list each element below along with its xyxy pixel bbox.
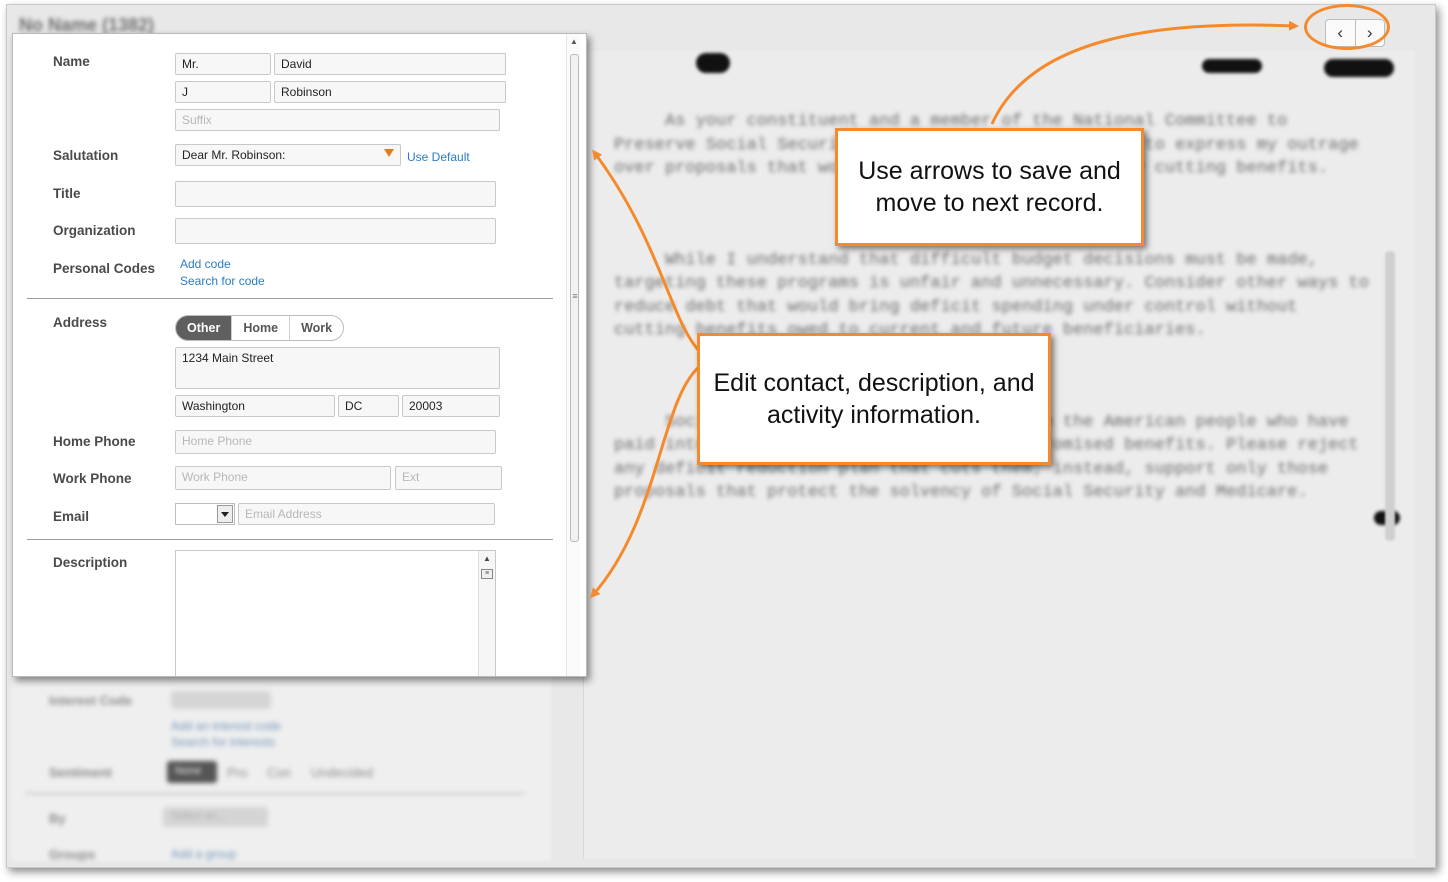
sentiment-label: Sentiment — [49, 765, 112, 780]
use-default-link[interactable]: Use Default — [407, 150, 470, 164]
section-divider — [27, 539, 553, 540]
by-label: By — [49, 811, 66, 826]
search-interests-link[interactable]: Search for interests — [171, 735, 275, 749]
redaction-mark — [696, 53, 730, 73]
email-type-select[interactable] — [175, 503, 235, 525]
scroll-up-icon[interactable]: ▲ — [479, 554, 495, 563]
salutation-label: Salutation — [53, 148, 119, 163]
personal-codes-label: Personal Codes — [53, 261, 156, 276]
section-divider — [27, 298, 553, 299]
email-label: Email — [53, 509, 90, 524]
callout-arrows-note: Use arrows to save and move to next reco… — [835, 128, 1144, 246]
salutation-value: Dear Mr. Robinson: — [182, 148, 286, 162]
tab-home[interactable]: Home — [231, 316, 289, 340]
screenshot-stage: No Name (1382) Interest Code Add an inte… — [0, 0, 1448, 882]
interest-code-field[interactable] — [171, 691, 271, 709]
description-label: Description — [53, 555, 128, 570]
email-field[interactable]: Email Address — [238, 503, 495, 525]
letter-paragraph: While I understand that difficult budget… — [614, 250, 1380, 341]
sentiment-option-none[interactable]: None — [167, 761, 217, 783]
city-field[interactable]: Washington — [175, 395, 335, 417]
name-label: Name — [53, 54, 90, 69]
highlight-ring — [1304, 4, 1390, 50]
add-group-link[interactable]: Add a group — [171, 847, 236, 861]
redaction-mark — [1202, 59, 1262, 73]
add-code-link[interactable]: Add code — [180, 257, 231, 271]
add-interest-code-link[interactable]: Add an interest code — [171, 719, 281, 733]
scrollbar-thumb[interactable]: ≡ — [570, 54, 579, 542]
work-phone-field[interactable]: Work Phone — [175, 466, 391, 490]
salutation-select[interactable]: Dear Mr. Robinson: — [175, 144, 401, 166]
extension-field[interactable]: Ext — [395, 466, 502, 490]
state-field[interactable]: DC — [338, 395, 399, 417]
divider — [25, 793, 525, 794]
search-code-link[interactable]: Search for code — [180, 274, 265, 288]
dropdown-arrow-icon — [384, 149, 394, 157]
sentiment-option-con[interactable]: Con — [267, 765, 291, 780]
home-phone-field[interactable]: Home Phone — [175, 430, 496, 454]
redaction-mark — [1324, 59, 1394, 77]
callout-edit-note: Edit contact, description, and activity … — [697, 333, 1051, 465]
first-name-field[interactable]: David — [274, 53, 506, 75]
groups-label: Groups — [49, 847, 96, 862]
address-label: Address — [53, 315, 108, 330]
street-field[interactable]: 1234 Main Street — [175, 347, 500, 389]
last-name-field[interactable]: Robinson — [274, 81, 506, 103]
contact-form-panel: Name Mr. David J Robinson Suffix Salutat… — [12, 33, 587, 677]
prefix-field[interactable]: Mr. — [175, 53, 271, 75]
title-field[interactable] — [175, 181, 496, 207]
home-phone-label: Home Phone — [53, 434, 136, 449]
form-scrollbar[interactable]: ▲ ≡ — [566, 34, 580, 676]
sentiment-option-undecided[interactable]: Undecided — [311, 765, 373, 780]
title-label: Title — [53, 186, 81, 201]
organization-field[interactable] — [175, 218, 496, 244]
middle-name-field[interactable]: J — [175, 81, 271, 103]
tab-other[interactable]: Other — [176, 316, 232, 340]
description-scrollbar[interactable]: ▲ ≡ — [478, 551, 495, 676]
address-type-tabs: Other Home Work — [175, 315, 345, 341]
sentiment-option-pro[interactable]: Pro — [227, 765, 247, 780]
chevron-down-icon[interactable] — [217, 505, 233, 523]
tab-work[interactable]: Work — [289, 316, 343, 340]
scroll-up-icon[interactable]: ▲ — [568, 37, 580, 46]
interest-code-label: Interest Code — [49, 693, 133, 708]
description-textarea[interactable]: ▲ ≡ — [175, 550, 496, 676]
by-select[interactable]: Select an... — [163, 807, 268, 827]
organization-label: Organization — [53, 223, 136, 238]
zip-field[interactable]: 20003 — [402, 395, 500, 417]
scroll-grip-icon: ≡ — [572, 291, 578, 301]
document-scrollbar[interactable] — [1385, 251, 1395, 541]
work-phone-label: Work Phone — [53, 471, 132, 486]
suffix-field[interactable]: Suffix — [175, 109, 500, 131]
scroll-grip-icon[interactable]: ≡ — [481, 569, 493, 579]
